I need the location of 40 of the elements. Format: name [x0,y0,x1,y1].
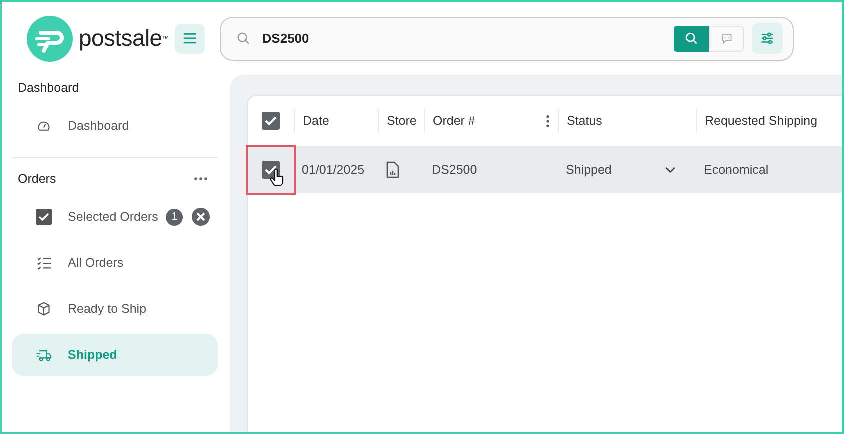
hand-cursor-icon [270,169,284,187]
column-header[interactable]: Store [387,114,417,128]
sidebar-item[interactable]: Dashboard [12,105,218,147]
speech-bubble-icon [720,32,733,44]
brand-name: postsale [79,25,162,52]
document-icon [386,161,400,179]
select-all-checkbox[interactable] [262,112,280,130]
checkbox-icon [36,209,52,225]
section-title: Orders [18,172,56,186]
column-header[interactable]: Status [567,114,602,128]
truck-icon [36,348,52,362]
kebab-icon[interactable] [546,114,550,128]
search-button[interactable] [674,26,710,52]
sidebar-item[interactable]: Selected Orders 1 [12,196,218,238]
filter-button[interactable] [752,23,784,54]
chevron-down-icon[interactable] [665,166,676,174]
menu-icon [183,33,198,44]
logo-icon [27,16,73,62]
table-cell: DS2500 [432,163,478,177]
gauge-icon [37,119,51,133]
sidebar-item[interactable]: Ready to Ship [12,288,218,330]
clear-icon[interactable] [192,208,210,226]
sliders-icon [760,31,776,46]
count-badge: 1 [166,208,184,226]
search-input[interactable]: DS2500 [260,30,674,47]
table-cell: Economical [704,163,769,177]
sidebar-item[interactable]: All Orders [12,242,218,284]
section-title: Dashboard [18,81,80,95]
column-header[interactable]: Order # [433,114,476,128]
column-header[interactable]: Requested Shipping [705,114,818,128]
search-icon [685,32,698,45]
menu-button[interactable] [175,24,206,54]
search-icon [237,32,250,45]
status-select[interactable]: Shipped [566,163,612,177]
more-icon[interactable] [194,177,208,181]
checklist-icon [36,256,52,270]
box-icon [37,302,51,316]
column-header[interactable]: Date [303,114,330,128]
search-bar[interactable]: DS2500 [220,16,794,60]
table-cell: 01/01/2025 [302,163,365,177]
